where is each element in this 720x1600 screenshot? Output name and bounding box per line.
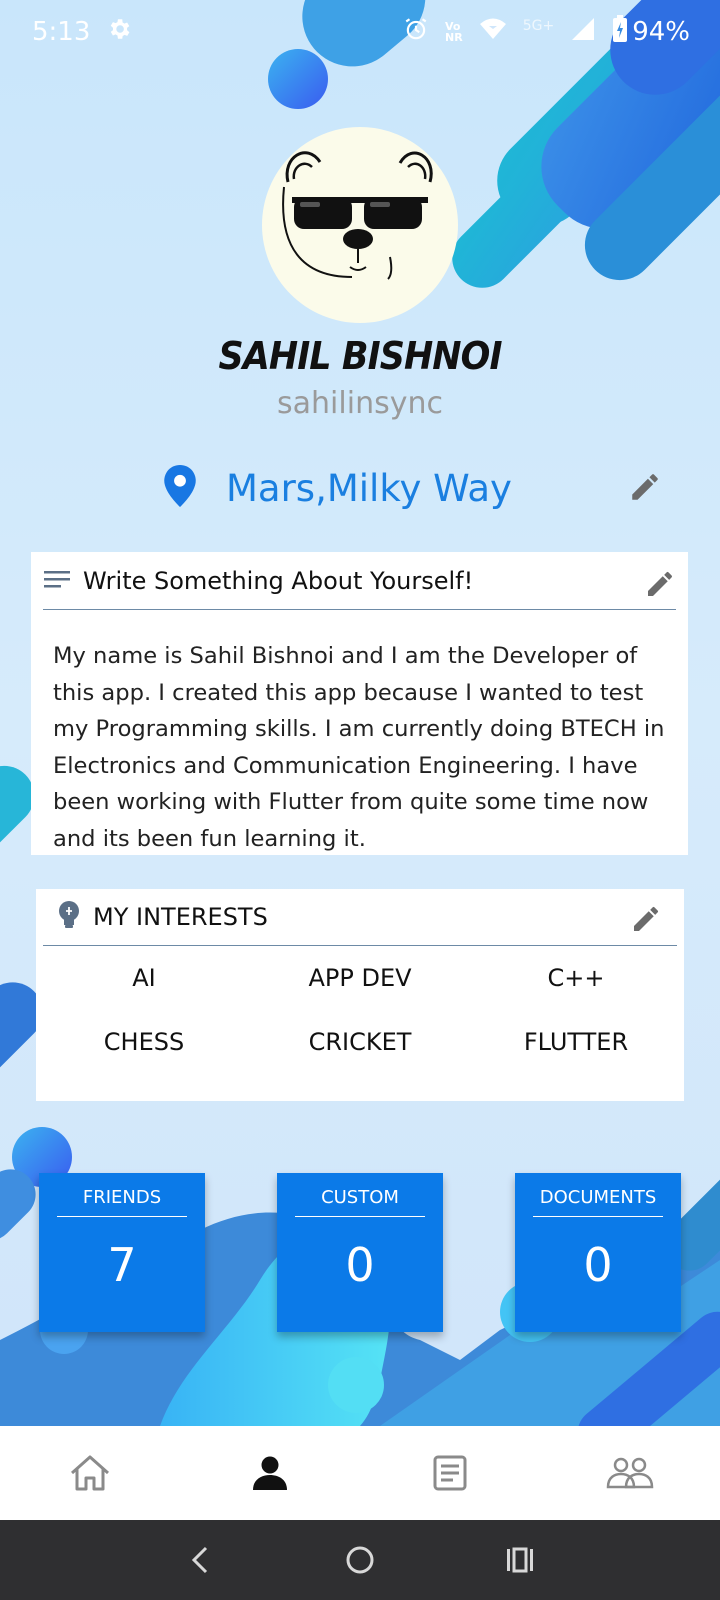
circle-home-icon xyxy=(346,1546,374,1574)
polar-bear-sunglasses-avatar-icon xyxy=(282,151,433,280)
custom-stat-card[interactable]: CUSTOM 0 xyxy=(277,1173,443,1332)
stat-value: 0 xyxy=(583,1238,613,1292)
signal-type-label: 5G+ xyxy=(522,18,555,34)
groups-icon xyxy=(606,1457,654,1489)
lightbulb-icon xyxy=(57,901,81,933)
signal-icon xyxy=(570,16,596,49)
friends-stat-card[interactable]: FRIENDS 7 xyxy=(39,1173,205,1332)
pencil-icon xyxy=(634,906,659,931)
edit-interests-button[interactable] xyxy=(630,903,662,939)
interest-item[interactable]: FLUTTER xyxy=(468,1023,684,1061)
profile-username: sahilinsync xyxy=(277,386,443,421)
interest-item[interactable]: C++ xyxy=(468,959,684,997)
wifi-icon xyxy=(479,17,507,48)
volte-icon: Vo NR xyxy=(445,20,463,44)
documents-icon xyxy=(433,1455,467,1491)
stat-label: DOCUMENTS xyxy=(533,1183,663,1217)
profile-icon xyxy=(253,1456,287,1490)
interests-grid: AI APP DEV C++ CHESS CRICKET FLUTTER xyxy=(36,959,684,1061)
status-time: 5:13 xyxy=(32,17,91,47)
nav-groups[interactable] xyxy=(540,1426,720,1520)
interests-card-header: MY INTERESTS xyxy=(43,889,677,946)
system-nav-bar xyxy=(0,1520,720,1600)
about-card: Write Something About Yourself! My name … xyxy=(31,552,688,855)
bottom-nav xyxy=(0,1426,720,1520)
system-home-button[interactable] xyxy=(320,1520,400,1600)
about-text: My name is Sahil Bishnoi and I am the De… xyxy=(53,643,665,852)
edit-about-button[interactable] xyxy=(644,568,676,604)
recents-icon xyxy=(507,1547,533,1573)
interest-item[interactable]: APP DEV xyxy=(252,959,468,997)
avatar[interactable] xyxy=(262,127,458,323)
location-row: Mars,Milky Way xyxy=(164,460,512,516)
location-pin-icon xyxy=(164,465,196,511)
about-title: Write Something About Yourself! xyxy=(83,566,474,595)
settings-icon xyxy=(106,16,132,49)
interest-item[interactable]: AI xyxy=(36,959,252,997)
system-recents-button[interactable] xyxy=(480,1520,560,1600)
nav-profile[interactable] xyxy=(180,1426,360,1520)
interest-item[interactable]: CHESS xyxy=(36,1023,252,1061)
battery-level: 94% xyxy=(632,17,690,47)
pencil-icon xyxy=(632,474,658,500)
stat-label: CUSTOM xyxy=(295,1183,425,1217)
stat-value: 7 xyxy=(107,1238,137,1292)
home-icon xyxy=(71,1455,109,1491)
location-text: Mars,Milky Way xyxy=(226,466,512,510)
battery-icon xyxy=(612,14,628,50)
interest-item[interactable]: CRICKET xyxy=(252,1023,468,1061)
about-card-header: Write Something About Yourself! xyxy=(43,552,676,610)
interests-title: MY INTERESTS xyxy=(93,903,268,931)
notes-icon xyxy=(43,568,71,594)
edit-location-button[interactable] xyxy=(628,470,662,508)
stat-value: 0 xyxy=(345,1238,375,1292)
alarm-icon xyxy=(403,16,429,49)
back-chevron-icon xyxy=(191,1546,208,1574)
status-bar: 5:13 Vo NR 5G+ 94% xyxy=(0,0,720,64)
nav-home[interactable] xyxy=(0,1426,180,1520)
profile-name: SAHIL BISHNOI xyxy=(218,334,502,378)
pencil-icon xyxy=(648,571,673,596)
system-back-button[interactable] xyxy=(160,1520,240,1600)
stat-label: FRIENDS xyxy=(57,1183,187,1217)
documents-stat-card[interactable]: DOCUMENTS 0 xyxy=(515,1173,681,1332)
interests-card: MY INTERESTS AI APP DEV C++ CHESS CRICKE… xyxy=(36,889,684,1101)
nav-documents[interactable] xyxy=(360,1426,540,1520)
